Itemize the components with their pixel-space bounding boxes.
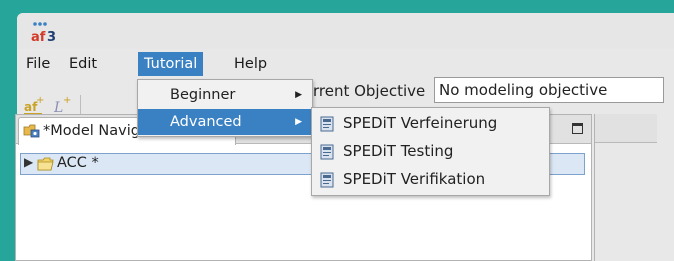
menu-edit[interactable]: Edit xyxy=(63,52,103,76)
expand-arrow-icon[interactable]: ▶ xyxy=(24,155,33,169)
editor-tab-bar xyxy=(595,114,657,143)
toolbar-separator xyxy=(80,95,81,115)
editor-area-panel xyxy=(594,114,657,261)
submenu-item-label: SPEDiT Verifikation xyxy=(343,170,486,188)
menu-tutorial[interactable]: Tutorial xyxy=(138,52,204,76)
document-icon xyxy=(320,116,334,132)
document-icon xyxy=(320,144,334,160)
menu-bar: File Edit Tutorial Help xyxy=(17,52,674,76)
svg-text:af: af xyxy=(31,30,46,45)
submenu-item-label: SPEDiT Testing xyxy=(343,142,454,160)
menu-item-beginner[interactable]: Beginner ▶ xyxy=(138,82,312,108)
svg-text:3: 3 xyxy=(47,30,56,45)
menu-item-label: Advanced xyxy=(170,114,242,130)
folder-icon xyxy=(37,157,54,171)
model-navigator-icon xyxy=(23,124,40,138)
svg-text:+: + xyxy=(63,95,71,106)
submenu-item-spedit-verifikation[interactable]: SPEDiT Verifikation xyxy=(312,166,549,194)
advanced-submenu: SPEDiT Verfeinerung SPEDiT Testing SPEDi… xyxy=(311,107,550,196)
maximize-icon[interactable] xyxy=(572,123,583,134)
current-objective-field[interactable]: No modeling objective xyxy=(434,77,664,103)
submenu-item-label: SPEDiT Verfeinerung xyxy=(343,114,498,132)
submenu-item-spedit-testing[interactable]: SPEDiT Testing xyxy=(312,138,549,166)
new-element-icon[interactable]: L + xyxy=(51,94,73,116)
menu-item-advanced[interactable]: Advanced ▶ xyxy=(138,109,312,135)
menu-help[interactable]: Help xyxy=(228,52,273,76)
title-bar: af 3 xyxy=(17,13,674,49)
document-icon xyxy=(320,172,334,188)
tutorial-menu-dropdown: Beginner ▶ Advanced ▶ xyxy=(137,79,313,137)
menu-item-label: Beginner xyxy=(170,87,236,103)
tree-item-label: ACC * xyxy=(57,155,99,171)
af-new-project-icon[interactable]: af + xyxy=(23,94,45,116)
submenu-arrow-icon: ▶ xyxy=(295,90,302,100)
submenu-arrow-icon: ▶ xyxy=(295,117,302,127)
menu-file[interactable]: File xyxy=(20,52,56,76)
af3-logo-icon: af 3 xyxy=(31,22,56,45)
svg-text:+: + xyxy=(36,95,44,106)
submenu-item-spedit-verfeinerung[interactable]: SPEDiT Verfeinerung xyxy=(312,110,549,138)
